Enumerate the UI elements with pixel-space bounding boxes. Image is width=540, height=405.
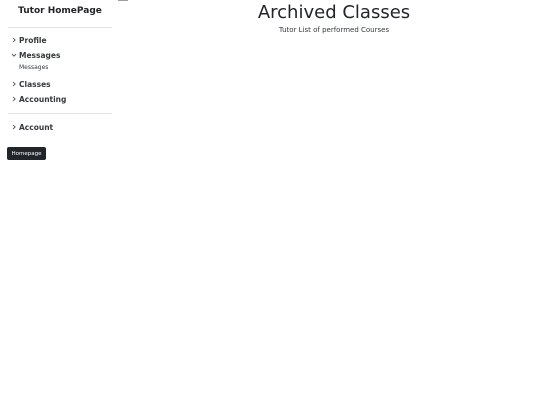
page-title: Archived Classes xyxy=(257,2,411,23)
sidebar-item-account[interactable]: Account xyxy=(10,122,53,132)
page-subtitle: Tutor List of performed Courses xyxy=(278,26,390,34)
sidebar-item-label: Messages xyxy=(19,50,61,60)
sidebar-item-accounting[interactable]: Accounting xyxy=(10,94,66,104)
sidebar-item-label: Account xyxy=(19,122,54,132)
homepage-tooltip: Homepage xyxy=(7,147,46,160)
sidebar-item-classes[interactable]: Classes xyxy=(10,79,51,89)
chevron-right-icon xyxy=(10,123,18,131)
sidebar-divider-top xyxy=(8,27,112,28)
sidebar-resize-handle[interactable] xyxy=(118,0,128,1)
sidebar-item-label: Classes xyxy=(19,79,51,89)
sidebar-brand[interactable]: Tutor HomePage xyxy=(8,6,112,16)
sidebar-item-label: Accounting xyxy=(19,94,67,104)
sidebar-subitem-messages[interactable]: Messages xyxy=(19,64,48,71)
sidebar-item-messages[interactable]: Messages xyxy=(10,50,60,60)
sidebar-item-label: Profile xyxy=(19,35,47,45)
sidebar-divider-bottom xyxy=(8,113,112,114)
sidebar-item-profile[interactable]: Profile xyxy=(10,35,47,45)
chevron-right-icon xyxy=(10,36,18,44)
chevron-right-icon xyxy=(10,95,18,103)
chevron-right-icon xyxy=(10,80,18,88)
chevron-down-icon xyxy=(10,51,18,59)
sidebar: Tutor HomePage Profile Messages Messages… xyxy=(0,0,118,405)
